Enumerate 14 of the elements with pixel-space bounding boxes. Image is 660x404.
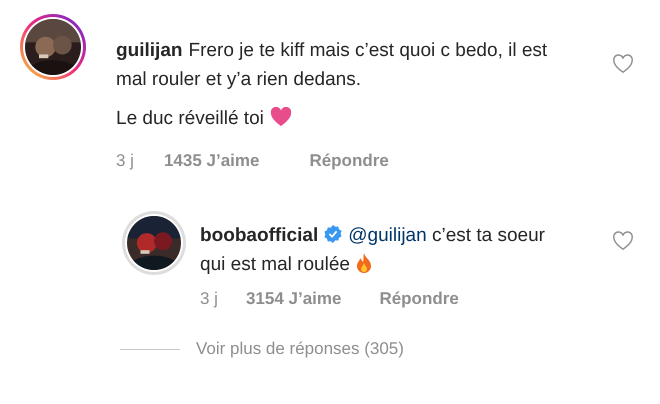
comment-text: boobaofficial @guilijan c’est ta soeur qui est mal roulée [200, 224, 546, 277]
comment-time: 3 j [116, 151, 134, 171]
like-heart-icon[interactable] [612, 54, 634, 74]
comment-text: Le duc réveillé toi [116, 104, 612, 133]
more-replies-link[interactable]: Voir plus de réponses (305) [196, 339, 404, 359]
fire-icon [356, 253, 372, 273]
reply-link[interactable]: Répondre [309, 151, 389, 171]
reply-link[interactable]: Répondre [379, 289, 459, 309]
likes-count[interactable]: 3154 J’aime [246, 289, 342, 309]
heart-icon [270, 107, 292, 127]
likes-count[interactable]: 1435 J’aime [164, 151, 260, 171]
comment-time: 3 j [200, 289, 218, 309]
like-heart-icon[interactable] [612, 231, 634, 251]
comment-text: guilijan Frero je te kiff mais c’est quoi c bedo, il est mal rouler et y’a rien dedans. [116, 39, 548, 92]
